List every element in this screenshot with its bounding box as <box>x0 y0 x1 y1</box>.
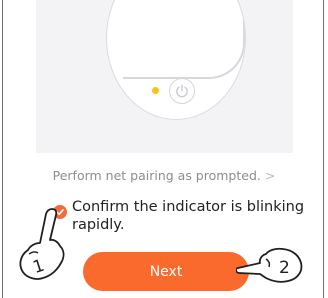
power-icon <box>169 78 195 104</box>
confirm-label-line2: rapidly. <box>72 217 125 233</box>
frame-left-border <box>2 0 3 298</box>
indicator-light <box>152 87 159 94</box>
hand-2-number: 2 <box>279 258 290 278</box>
chevron-right-icon: > <box>264 168 276 183</box>
device-body <box>123 0 245 79</box>
confirm-label[interactable]: Confirm the indicator is blinking rapidl… <box>72 198 312 234</box>
hand-pointer-1-icon: 1 <box>19 208 65 280</box>
frame-right-border <box>323 0 324 298</box>
hand-pointer-2-icon: 2 <box>236 247 303 283</box>
device-illustration <box>36 0 293 153</box>
confirm-label-line1: Confirm the indicator is blinking <box>72 199 305 215</box>
next-button[interactable]: Next <box>83 252 249 291</box>
pairing-hint-link[interactable]: Perform net pairing as prompted. > <box>0 168 328 183</box>
pairing-hint-text: Perform net pairing as prompted. <box>52 168 261 183</box>
